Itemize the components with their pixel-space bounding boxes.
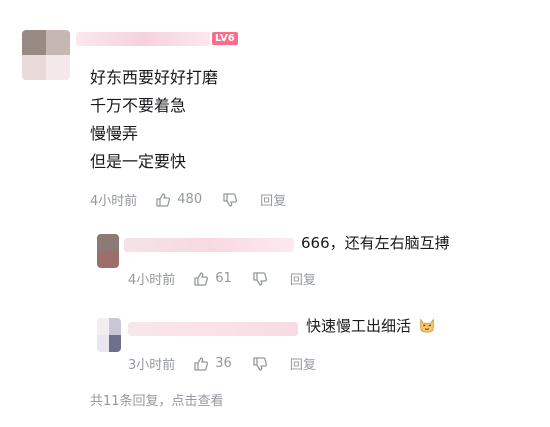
reply-text-label: 快速慢工出细活: [306, 317, 412, 335]
reply-meta: 3小时前 36 回复: [128, 354, 316, 373]
reply-avatar[interactable]: [97, 234, 119, 268]
comment-time: 4小时前: [90, 194, 138, 209]
like-button[interactable]: 36: [193, 356, 232, 372]
username-blurred[interactable]: [76, 32, 210, 46]
reply-time: 3小时前: [128, 358, 176, 373]
reply-button[interactable]: 回复: [260, 190, 286, 209]
like-count: 36: [215, 356, 232, 371]
dislike-button[interactable]: [252, 271, 268, 287]
reply-meta: 4小时前 61 回复: [128, 269, 316, 288]
reply-text: 666，还有左右脑互搏: [301, 234, 450, 252]
reply-username-blurred[interactable]: [128, 322, 298, 336]
user-avatar[interactable]: [22, 30, 70, 80]
thumbs-down-icon: [253, 356, 267, 371]
like-count: 480: [177, 192, 203, 207]
comment-line: 但是一定要快: [90, 152, 187, 171]
reply-time: 4小时前: [128, 273, 176, 288]
comment-line: 好东西要好好打磨: [90, 68, 219, 87]
thumbs-up-icon: [194, 271, 209, 286]
comment-text: 好东西要好好打磨 千万不要着急 慢慢弄 但是一定要快: [90, 64, 218, 176]
like-button[interactable]: 61: [193, 271, 232, 287]
like-button[interactable]: 480: [155, 192, 202, 208]
reply-username-blurred[interactable]: [124, 238, 294, 252]
like-count: 61: [215, 271, 232, 286]
reply-button[interactable]: 回复: [290, 269, 316, 288]
reply-text: 快速慢工出细活: [306, 316, 436, 336]
dislike-button[interactable]: [252, 356, 268, 372]
thumbs-down-icon: [223, 192, 238, 207]
level-badge: LV6: [212, 32, 238, 45]
thumbs-down-icon: [253, 271, 267, 286]
comment-meta: 4小时前 480 回复: [90, 190, 286, 209]
thumbs-up-icon: [156, 192, 171, 207]
cat-emoji-icon: [420, 318, 434, 333]
view-more-replies-link[interactable]: 共11条回复，点击查看: [90, 390, 224, 409]
comment-line: 千万不要着急: [90, 96, 187, 115]
comment-line: 慢慢弄: [90, 124, 139, 143]
dislike-button[interactable]: [222, 192, 238, 208]
reply-avatar[interactable]: [97, 318, 121, 352]
thumbs-up-icon: [194, 356, 209, 371]
reply-button[interactable]: 回复: [290, 354, 316, 373]
